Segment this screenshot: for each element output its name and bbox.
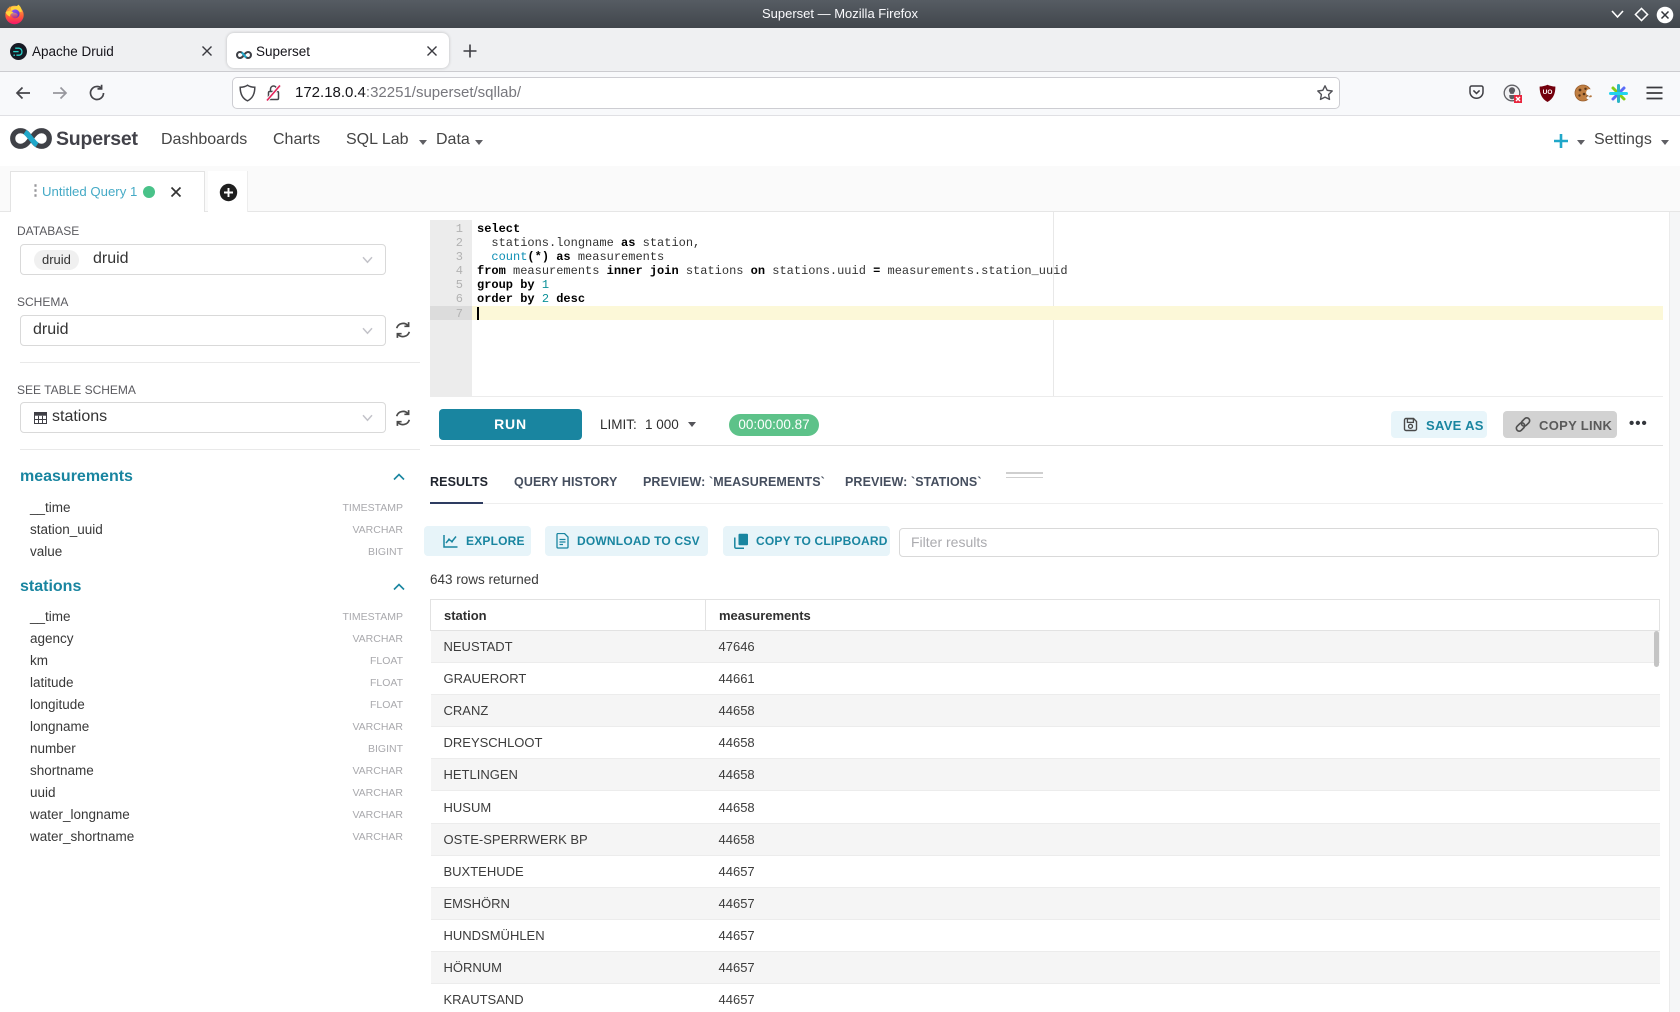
svg-text:UO: UO bbox=[1543, 89, 1553, 96]
